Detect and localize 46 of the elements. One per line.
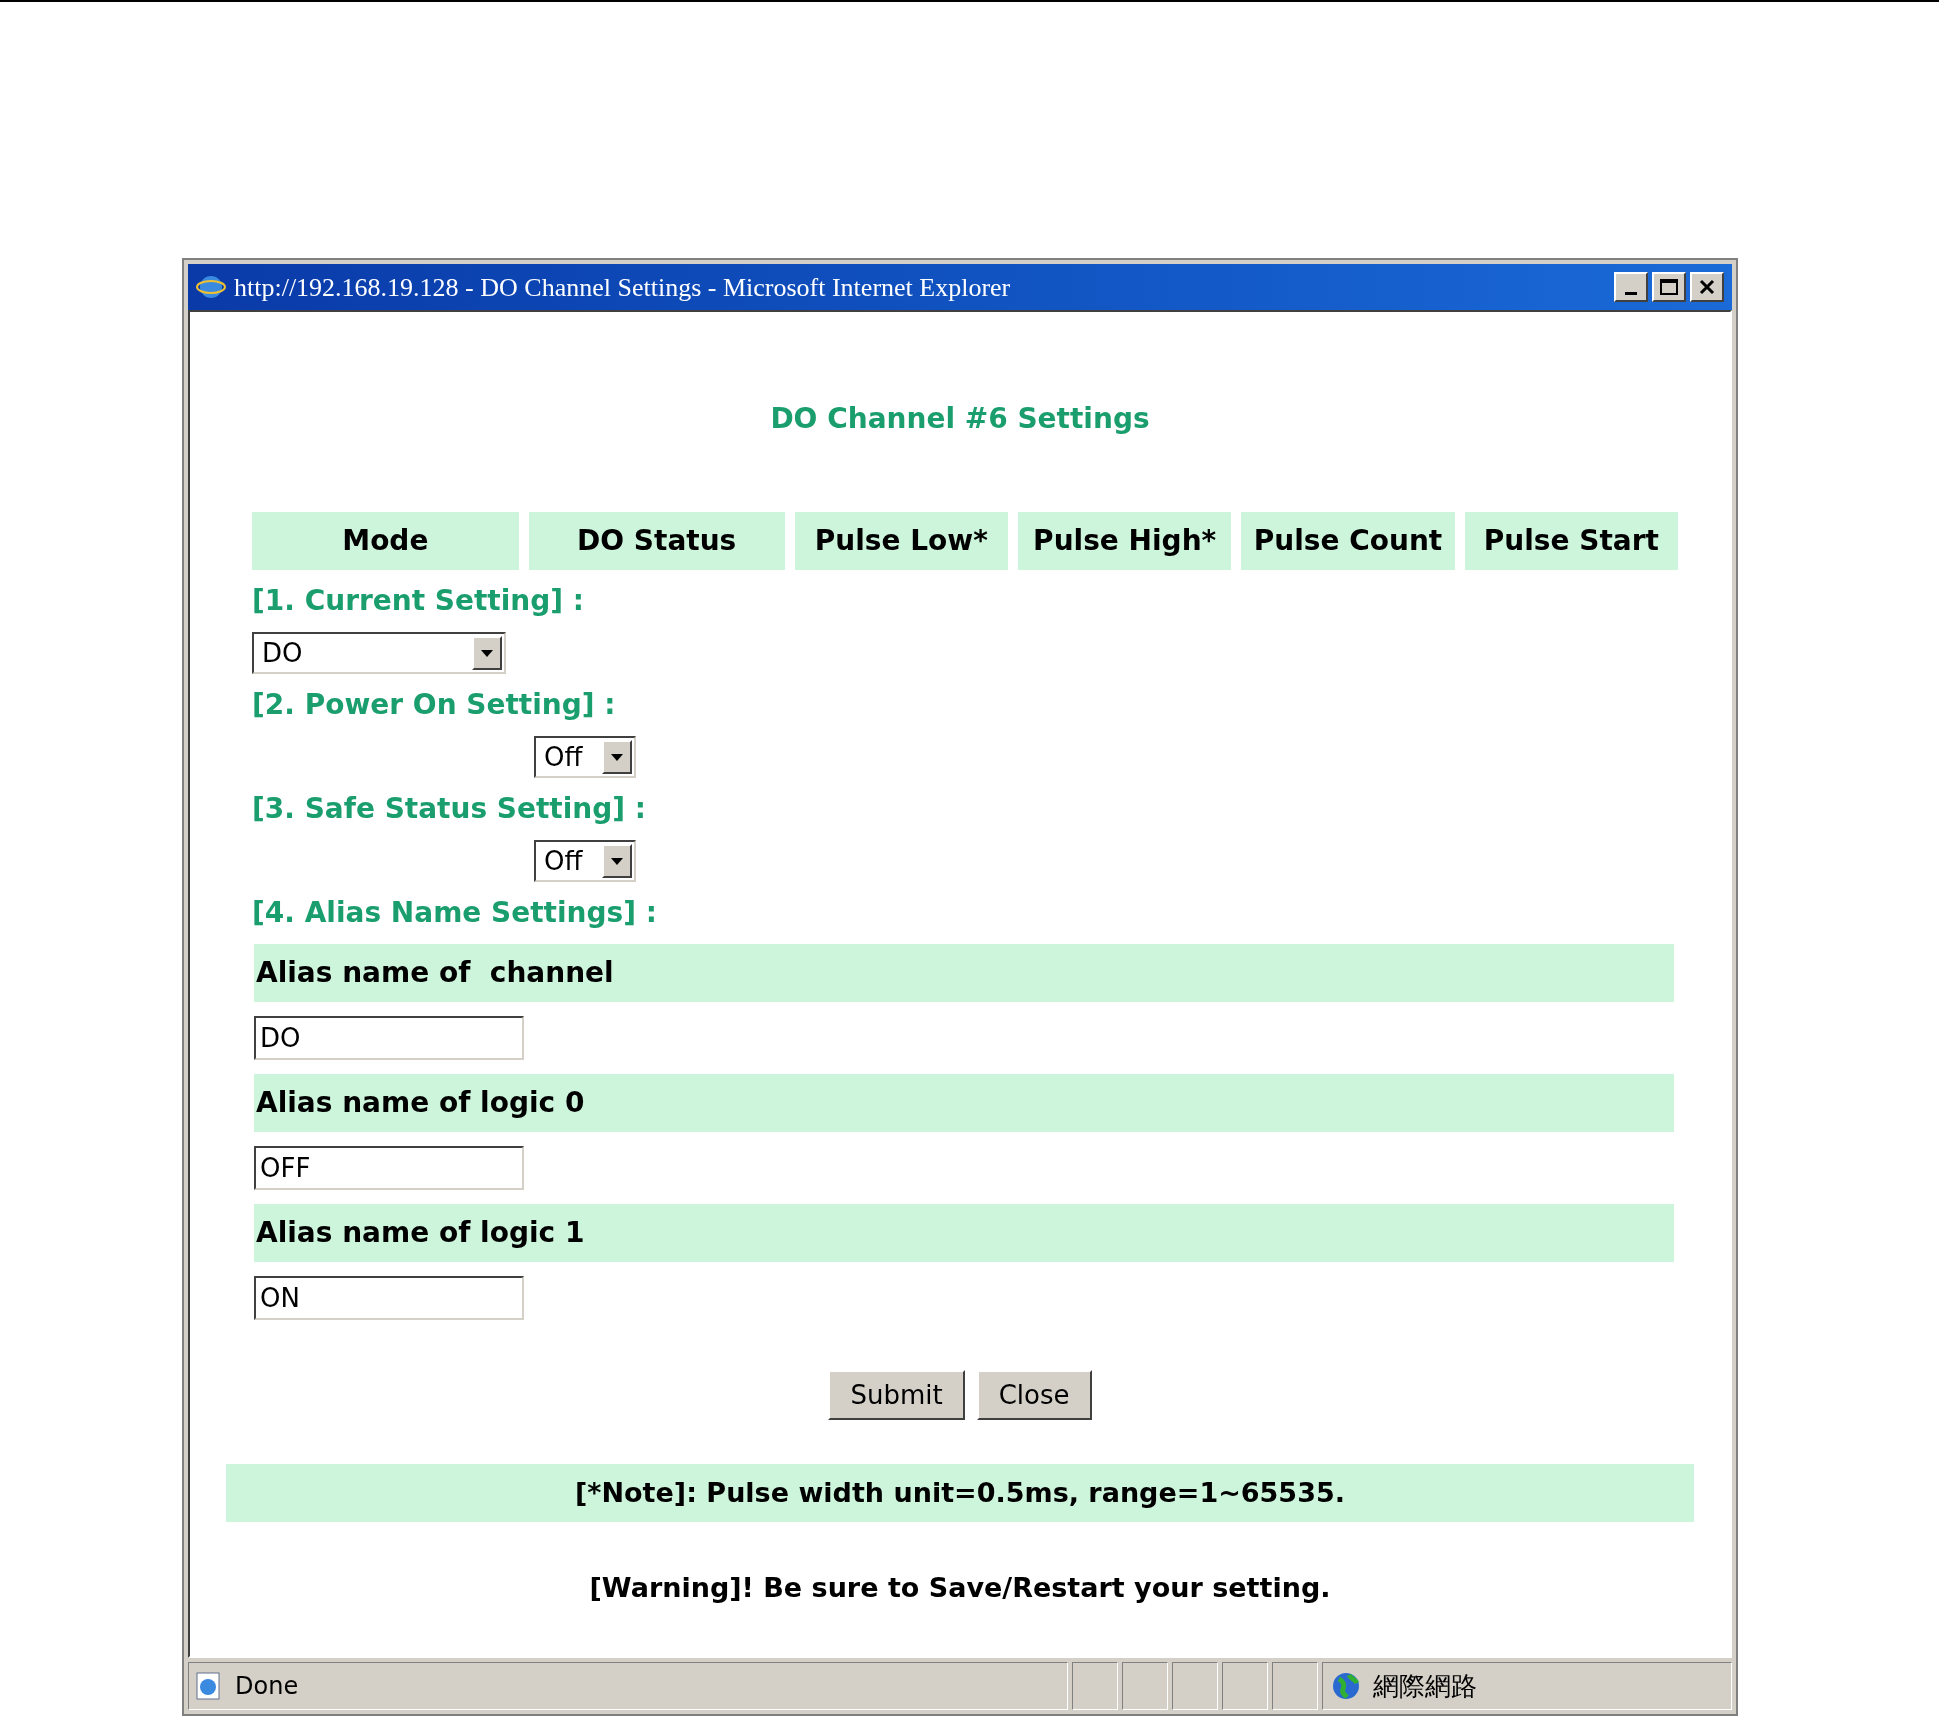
column-header: Pulse Start [1464, 512, 1678, 570]
caret-icon [611, 753, 623, 761]
form-button[interactable]: Close [976, 1370, 1092, 1420]
warning-text: [Warning]! Be sure to Save/Restart your setting. [589, 1571, 1331, 1605]
globe-icon [1331, 1671, 1361, 1701]
column-header: Mode [252, 512, 519, 570]
zone-text: 網際網路 [1373, 1669, 1477, 1703]
field-label: Alias name of logic 0 [254, 1074, 1674, 1132]
status-pane [1122, 1662, 1168, 1710]
dropdown-arrow-button[interactable] [602, 844, 632, 878]
input-field[interactable]: ON [254, 1276, 524, 1320]
caret-icon [611, 857, 623, 865]
form-button[interactable]: Submit [828, 1370, 965, 1420]
status-pane [1272, 1662, 1318, 1710]
dropdown-arrow-button[interactable] [472, 636, 502, 670]
page-heading: DO Channel #6 Settings [770, 401, 1150, 437]
column-header: DO Status [528, 512, 785, 570]
field-label: Alias name of channel [254, 944, 1674, 1002]
minimize-button[interactable] [1614, 272, 1648, 302]
dropdown-arrow-button[interactable] [602, 740, 632, 774]
close-icon [1699, 279, 1715, 295]
dropdown-field[interactable]: Off [534, 840, 636, 882]
section-label: [2. Power On Setting] : [252, 687, 617, 723]
dropdown-field[interactable]: Off [534, 736, 636, 778]
section-label: [1. Current Setting] : [252, 583, 586, 619]
caret-icon [481, 649, 493, 657]
close-button[interactable] [1690, 272, 1724, 302]
window-title: http://192.168.19.128 - DO Channel Settings - Microsoft Internet Explorer [234, 271, 1012, 304]
note-banner: [*Note]: Pulse width unit=0.5ms, range=1~65535. [226, 1464, 1694, 1522]
status-pane [1222, 1662, 1268, 1710]
minimize-icon [1625, 291, 1637, 295]
status-text: Done [235, 1671, 299, 1702]
status-pane [1072, 1662, 1118, 1710]
page-icon [193, 1671, 223, 1701]
dropdown-field[interactable]: DO [252, 632, 506, 674]
maximize-icon [1660, 279, 1678, 295]
input-field[interactable]: OFF [254, 1146, 524, 1190]
maximize-button[interactable] [1652, 272, 1686, 302]
status-pane [1172, 1662, 1218, 1710]
section-label: [3. Safe Status Setting] : [252, 791, 648, 827]
column-header: Pulse High* [1018, 512, 1232, 570]
field-label: Alias name of logic 1 [254, 1204, 1674, 1262]
input-field[interactable]: DO [254, 1016, 524, 1060]
column-header: Pulse Count [1241, 512, 1455, 570]
section-label: [4. Alias Name Settings] : [252, 895, 658, 931]
column-header: Pulse Low* [794, 512, 1008, 570]
